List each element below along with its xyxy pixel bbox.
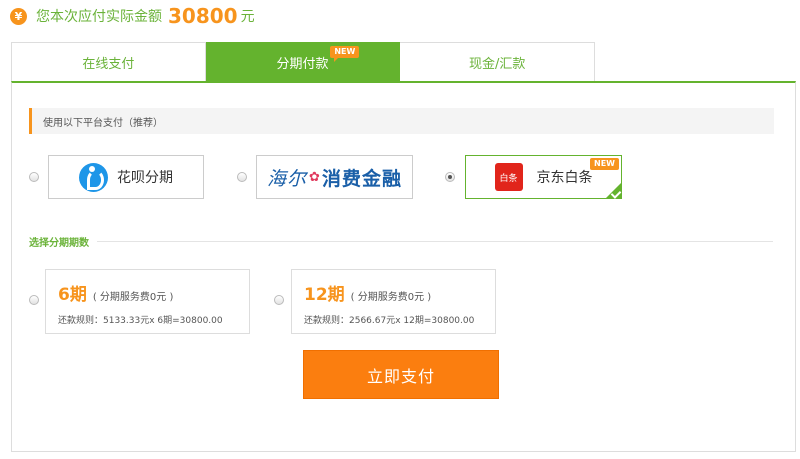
radio-jd-baitiao[interactable] [445,172,455,182]
platform-jd-baitiao[interactable]: 白条 京东白条 NEW [465,155,622,199]
period-count: 12期 [304,285,345,305]
repayment-rule: 还款规则：2566.67元x 12期=30800.00 [304,316,475,326]
tab-installment-payment[interactable]: 分期付款 NEW [205,42,401,81]
repayment-rule: 还款规则：5133.33元x 6期=30800.00 [58,316,223,326]
installment-option-6[interactable]: 6期 ( 分期服务费0元 ) 还款规则：5133.33元x 6期=30800.0… [45,269,250,334]
new-badge: NEW [330,46,360,62]
tab-cash-remittance[interactable]: 现金/汇款 [400,42,596,81]
yuan-icon: ¥ [10,7,27,25]
haier-logo-text: 海尔 [267,167,308,190]
installment-option-12[interactable]: 12期 ( 分期服务费0元 ) 还款规则：2566.67元x 12期=30800… [291,269,496,334]
radio-12-period[interactable] [274,295,284,305]
platform-huabei[interactable]: 花呗分期 [48,155,204,199]
platform-name: 花呗分期 [117,170,173,186]
platform-haier-finance[interactable]: 海尔 ✿ 消费金融 [256,155,413,199]
radio-huabei[interactable] [29,172,39,182]
payment-page: ¥ 您本次应付实际金额 30800 元 在线支付 分期付款 NEW 现金/汇款 … [0,0,800,459]
amount-unit: 元 [240,9,255,25]
platform-section-title: 使用以下平台支付（推荐） [29,108,774,134]
new-badge: NEW [590,158,619,170]
radio-6-period[interactable] [29,295,39,305]
service-fee: ( 分期服务费0元 ) [92,292,174,303]
pay-now-button[interactable]: 立即支付 [303,350,499,399]
selected-check-icon [606,183,621,198]
service-fee: ( 分期服务费0元 ) [350,292,432,303]
payment-method-tabs: 在线支付 分期付款 NEW 现金/汇款 [11,42,596,81]
huabei-logo-icon [79,162,108,192]
tab-label: 现金/汇款 [468,56,526,72]
radio-haier[interactable] [237,172,247,182]
platform-name: 京东白条 [536,170,593,186]
tab-label: 在线支付 [82,56,135,72]
flower-icon: ✿ [309,169,320,185]
divider [97,241,773,242]
period-count: 6期 [58,285,87,305]
tab-label: 分期付款 [276,56,329,72]
haier-logo-text-finance: 消费金融 [321,167,402,190]
installment-section-title: 选择分期期数 [29,234,773,249]
installment-panel: 使用以下平台支付（推荐） 花呗分期 海尔 ✿ 消费金融 白条 京东白条 NEW … [11,81,796,452]
installment-title-text: 选择分期期数 [29,238,89,249]
tab-online-payment[interactable]: 在线支付 [11,42,206,81]
amount-label: 您本次应付实际金额 [36,9,162,25]
payment-amount-header: ¥ 您本次应付实际金额 30800 元 [10,4,255,28]
amount-value: 30800 [168,4,238,28]
baitiao-logo-icon: 白条 [494,163,523,191]
